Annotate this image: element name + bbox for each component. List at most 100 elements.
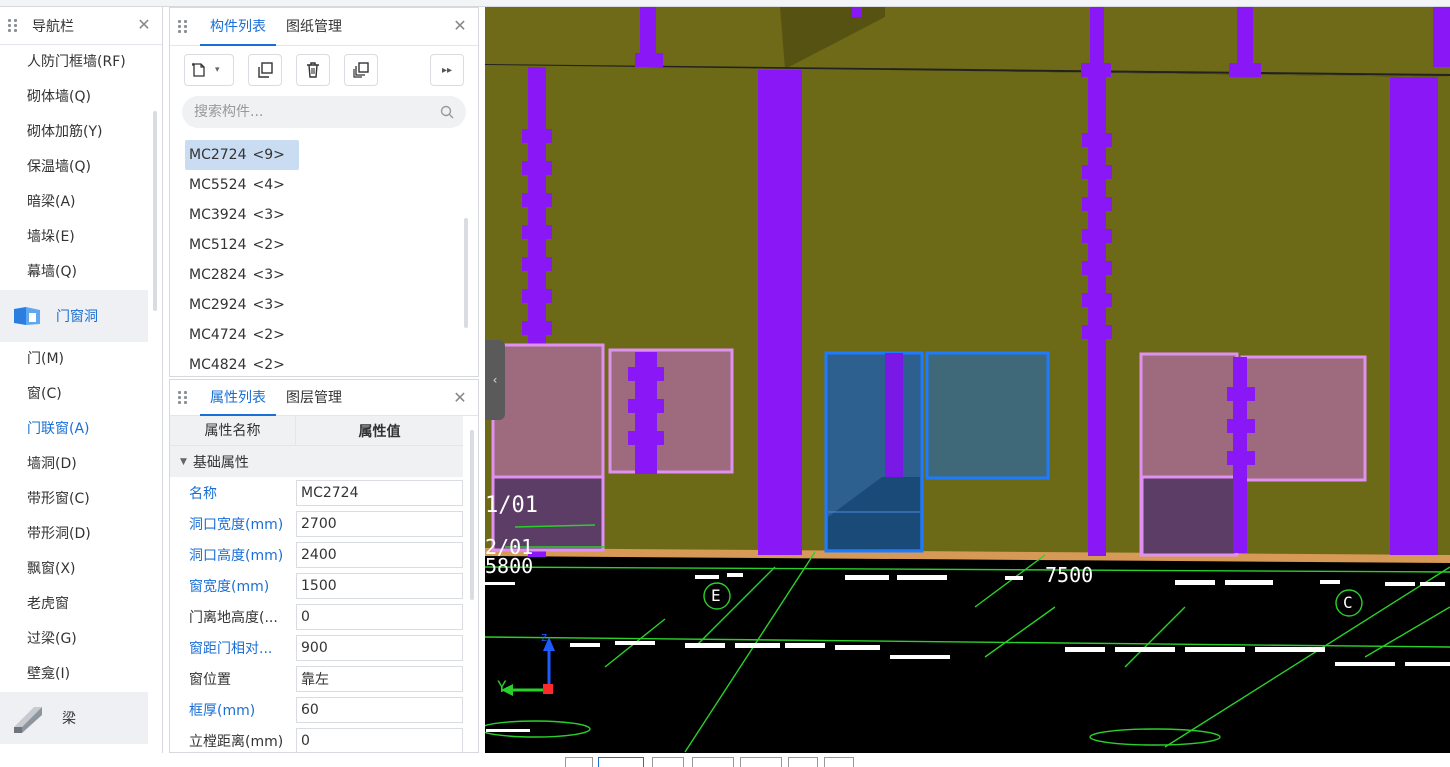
collapse-panel-button[interactable]: ‹ xyxy=(485,340,505,420)
property-value-field[interactable]: 2400 xyxy=(296,541,463,568)
nav-item[interactable]: 过梁(G) xyxy=(0,622,162,657)
property-name: 窗距门相对... xyxy=(189,640,273,657)
nav-category-label: 门窗洞 xyxy=(56,309,98,325)
property-value-field[interactable]: 0 xyxy=(296,603,463,630)
property-name: 立樘距离(mm) xyxy=(189,733,284,750)
property-value-field[interactable]: 0 xyxy=(296,727,463,752)
nav-category-doors-windows[interactable]: 门窗洞 xyxy=(0,290,148,342)
property-value-field[interactable]: 1500 xyxy=(296,572,463,599)
nav-item[interactable]: 老虎窗 xyxy=(0,587,162,622)
tab-drawing-management[interactable]: 图纸管理 xyxy=(276,8,352,46)
column-header-value: 属性值 xyxy=(358,423,401,440)
component-list-scrollbar[interactable] xyxy=(464,218,468,328)
new-component-button[interactable]: ▾ xyxy=(184,54,234,86)
nav-item[interactable]: 墙洞(D) xyxy=(0,447,162,482)
3d-viewport[interactable]: 1/01 2/01 5800 7500 E C Y Z xyxy=(485,7,1450,753)
nav-item[interactable]: 保温墙(Q) xyxy=(0,150,162,185)
tab-component-list[interactable]: 构件列表 xyxy=(200,8,276,46)
axis-z-label: Z xyxy=(541,633,548,644)
search-input[interactable] xyxy=(194,104,440,120)
component-count: <2> xyxy=(252,237,285,253)
axis-label-e: E xyxy=(711,586,721,605)
delete-component-button[interactable] xyxy=(296,54,330,86)
axis-label-c: C xyxy=(1343,593,1353,612)
view-button-4[interactable] xyxy=(692,757,734,767)
component-list-item[interactable]: MC4724 <2> xyxy=(185,320,299,350)
property-name: 洞口宽度(mm) xyxy=(189,516,284,533)
copy-component-button[interactable] xyxy=(248,54,282,86)
property-name: 框厚(mm) xyxy=(189,702,256,719)
drag-grip-icon[interactable] xyxy=(8,19,26,33)
close-icon[interactable]: ✕ xyxy=(452,17,468,35)
component-list-item[interactable]: MC2924 <3> xyxy=(185,290,299,320)
floor-label-1-01: 1/01 xyxy=(485,493,538,518)
top-toolbar-strip xyxy=(0,0,1450,7)
property-value-field[interactable]: 900 xyxy=(296,634,463,661)
component-search-box[interactable] xyxy=(182,96,466,128)
component-count: <3> xyxy=(252,207,285,223)
tab-layer-management[interactable]: 图层管理 xyxy=(276,380,352,416)
door-window-icon xyxy=(14,307,40,325)
property-panel-header: 属性列表 图层管理 ✕ xyxy=(170,380,478,416)
property-value-field[interactable]: 2700 xyxy=(296,510,463,537)
property-row: 窗位置 靠左 xyxy=(170,663,463,694)
nav-item[interactable]: 人防门框墙(RF) xyxy=(0,45,162,80)
nav-item[interactable]: 门(M) xyxy=(0,342,162,377)
property-name: 窗位置 xyxy=(189,671,231,688)
navigation-scrollbar[interactable] xyxy=(153,111,157,311)
nav-item[interactable]: 砌体墙(Q) xyxy=(0,80,162,115)
component-count: <3> xyxy=(252,297,285,313)
drag-grip-icon[interactable] xyxy=(178,391,196,405)
view-button-6[interactable] xyxy=(788,757,818,767)
nav-item[interactable]: 幕墙(Q) xyxy=(0,255,162,290)
property-scrollbar[interactable] xyxy=(470,430,474,600)
collapse-triangle-icon[interactable]: ▼ xyxy=(180,457,187,467)
component-list-item[interactable]: MC5124 <2> xyxy=(185,230,299,260)
view-button-3[interactable] xyxy=(652,757,684,767)
view-button-2[interactable] xyxy=(598,757,644,767)
component-list-item[interactable]: MC2824 <3> xyxy=(185,260,299,290)
component-list-item[interactable]: MC5524 <4> xyxy=(185,170,299,200)
component-list-item[interactable]: MC4824 <2> xyxy=(185,350,299,380)
nav-item[interactable]: 门联窗(A) xyxy=(0,412,162,447)
view-button-1[interactable] xyxy=(565,757,593,767)
bottom-toolbar xyxy=(0,753,1450,767)
layer-copy-button[interactable] xyxy=(344,54,378,86)
property-name: 窗宽度(mm) xyxy=(189,578,270,595)
nav-item[interactable]: 带形洞(D) xyxy=(0,517,162,552)
chevron-down-icon[interactable]: ▾ xyxy=(215,65,220,75)
nav-item[interactable]: 飘窗(X) xyxy=(0,552,162,587)
nav-item[interactable]: 暗梁(A) xyxy=(0,185,162,220)
component-list-item[interactable]: MC3924 <3> xyxy=(185,200,299,230)
property-group-basic[interactable]: ▼ 基础属性 xyxy=(170,446,463,477)
new-file-icon xyxy=(192,63,205,77)
property-row: 框厚(mm) 60 xyxy=(170,694,463,725)
nav-item[interactable]: 窗(C) xyxy=(0,377,162,412)
view-button-7[interactable] xyxy=(824,757,854,767)
nav-item[interactable]: 墙垛(E) xyxy=(0,220,162,255)
nav-category-beam[interactable]: 梁 xyxy=(0,692,148,744)
property-row: 洞口宽度(mm) 2700 xyxy=(170,508,463,539)
property-value-field[interactable]: 60 xyxy=(296,696,463,723)
nav-item[interactable]: 壁龛(I) xyxy=(0,657,162,692)
component-count: <4> xyxy=(252,177,285,193)
close-icon[interactable]: ✕ xyxy=(452,389,468,407)
component-list-item[interactable]: MC2724 <9> xyxy=(185,140,299,170)
nav-item[interactable]: 带形窗(C) xyxy=(0,482,162,517)
property-name: 门离地高度(... xyxy=(189,609,278,626)
property-group-label: 基础属性 xyxy=(192,454,249,471)
tab-property-list[interactable]: 属性列表 xyxy=(200,380,276,416)
drag-grip-icon[interactable] xyxy=(178,20,196,34)
column-header-name: 属性名称 xyxy=(170,415,296,446)
property-row: 窗宽度(mm) 1500 xyxy=(170,570,463,601)
view-button-5[interactable] xyxy=(740,757,782,767)
double-arrow-icon: ▸▸ xyxy=(441,64,453,76)
property-value-field[interactable]: MC2724 xyxy=(296,479,463,506)
property-value-field[interactable]: 靠左 xyxy=(296,665,463,692)
close-icon[interactable]: ✕ xyxy=(136,16,152,34)
more-options-button[interactable]: ▸▸ xyxy=(430,54,464,86)
dimension-5800: 5800 xyxy=(485,554,534,578)
navigation-panel: 导航栏 ✕ 人防门框墙(RF) 砌体墙(Q) 砌体加筋(Y) 保温墙(Q) 暗梁(A) 墙… xyxy=(0,7,163,753)
nav-category-label: 梁 xyxy=(62,711,76,727)
nav-item[interactable]: 砌体加筋(Y) xyxy=(0,115,162,150)
